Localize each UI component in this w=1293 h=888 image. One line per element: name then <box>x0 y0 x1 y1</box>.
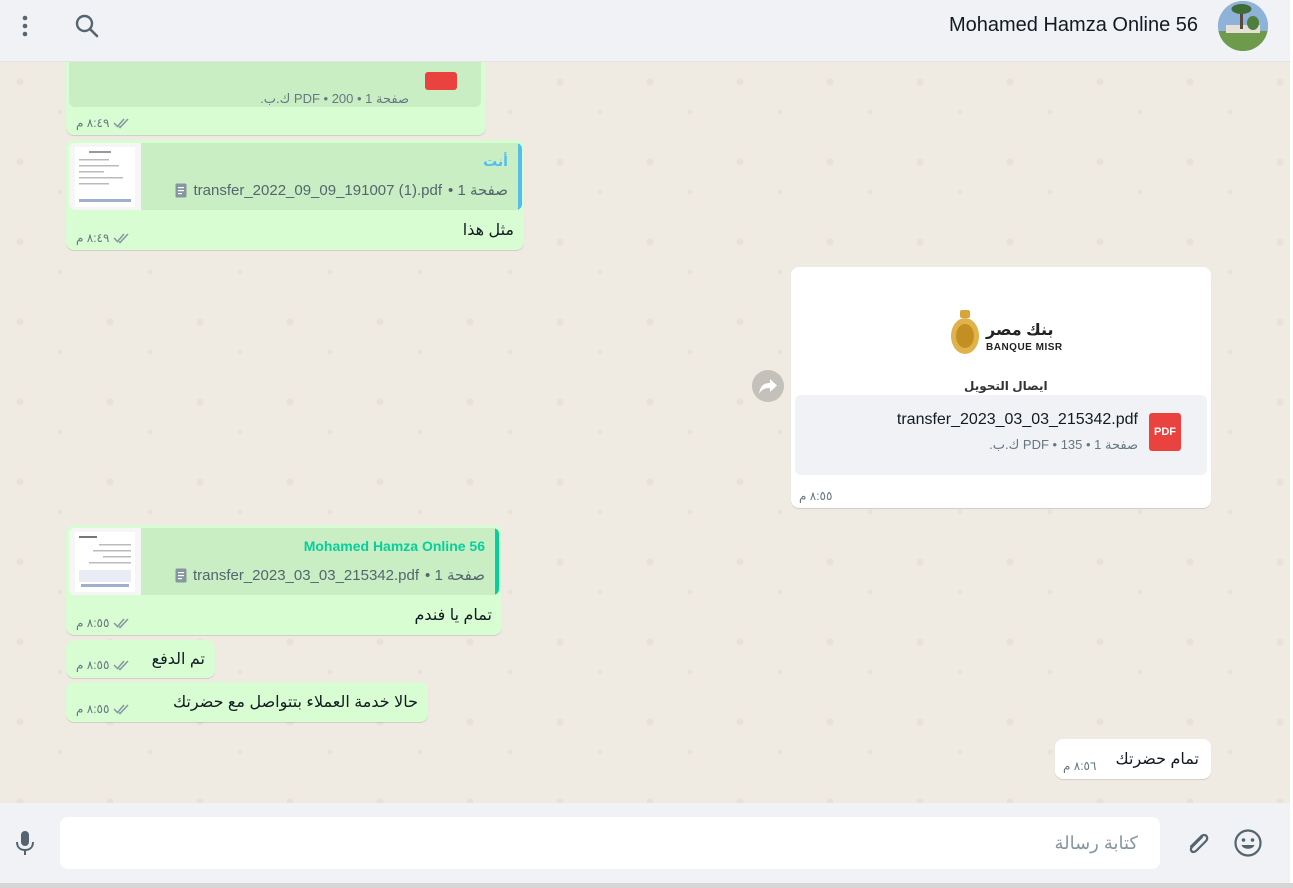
message-text: مثل هذا <box>462 222 514 239</box>
contact-avatar[interactable] <box>1218 1 1268 51</box>
quoted-pdf-thumbnail <box>69 528 141 595</box>
quoted-pages: صفحة 1 • <box>425 567 485 584</box>
message-input[interactable] <box>60 817 1160 869</box>
message-time: ٨:٥٥ م <box>76 616 110 630</box>
chat-area[interactable]: صفحة 1 • PDF • 200 ك.ب. ٨:٤٩ م أنت صفحة … <box>0 62 1290 803</box>
window-bottom-edge <box>0 883 1293 888</box>
message-meta: ٨:٥٥ م <box>799 489 832 503</box>
message-time: ٨:٤٩ م <box>76 231 110 245</box>
message-meta: ٨:٥٥ م <box>76 616 131 630</box>
pdf-pages: صفحة 1 <box>365 91 409 106</box>
menu-icon[interactable] <box>12 13 38 39</box>
message-outgoing-pdf[interactable]: صفحة 1 • PDF • 200 ك.ب. ٨:٤٩ م <box>66 62 486 135</box>
pdf-filename: transfer_2023_03_03_215342.pdf <box>896 411 1138 428</box>
double-check-icon <box>113 618 129 629</box>
message-text: تم الدفع <box>151 651 205 668</box>
quoted-filename: transfer_2022_09_09_191007 (1).pdf <box>193 181 443 199</box>
message-outgoing-reply[interactable]: Mohamed Hamza Online 56 صفحة 1 • transfe… <box>66 525 502 635</box>
message-meta: ٨:٤٩ م <box>76 231 131 245</box>
message-time: ٨:٤٩ م <box>76 116 110 130</box>
pdf-file-icon <box>425 72 457 90</box>
message-input-box[interactable] <box>60 817 1160 869</box>
search-icon[interactable] <box>74 13 100 39</box>
pdf-pages: صفحة 1 <box>1094 437 1138 452</box>
double-check-icon <box>113 660 129 671</box>
double-check-icon <box>113 118 129 129</box>
message-meta: ٨:٥٦ م <box>1063 759 1096 773</box>
quoted-file-line: صفحة 1 • transfer_2023_03_03_215342.pdf <box>175 566 485 584</box>
pdf-attachment[interactable]: صفحة 1 • PDF • 200 ك.ب. <box>69 62 481 107</box>
double-check-icon <box>113 704 129 715</box>
pdf-file-icon: PDF <box>1149 413 1181 451</box>
microphone-icon[interactable] <box>10 828 40 858</box>
message-time: ٨:٥٦ م <box>1063 759 1097 773</box>
pdf-meta: PDF • 200 ك.ب. <box>260 91 354 106</box>
emoji-icon[interactable] <box>1233 828 1263 858</box>
forward-button[interactable] <box>752 370 784 402</box>
pdf-meta: PDF • 135 ك.ب. <box>989 437 1083 452</box>
forward-icon <box>759 379 777 394</box>
message-outgoing-text[interactable]: حالا خدمة العملاء بتتواصل مع حضرتك ٨:٥٥ … <box>66 682 428 722</box>
message-time: ٨:٥٥ م <box>799 489 833 503</box>
attach-icon[interactable] <box>1182 829 1212 859</box>
message-incoming-text[interactable]: تمام حضرتك ٨:٥٦ م <box>1055 739 1211 779</box>
quoted-filename: transfer_2023_03_03_215342.pdf <box>192 566 420 584</box>
quoted-file-line: صفحة 1 • transfer_2022_09_09_191007 (1).… <box>175 181 508 199</box>
quoted-message[interactable]: أنت صفحة 1 • transfer_2022_09_09_191007 … <box>69 143 522 210</box>
quoted-pdf-thumbnail <box>69 143 141 210</box>
message-meta: ٨:٤٩ م <box>76 116 131 130</box>
quoted-message[interactable]: Mohamed Hamza Online 56 صفحة 1 • transfe… <box>69 528 499 595</box>
pdf-attachment[interactable]: PDF transfer_2023_03_03_215342.pdf صفحة … <box>795 395 1207 475</box>
bank-name-english: BANQUE MISR <box>986 342 1063 353</box>
chat-header: Mohamed Hamza Online 56 <box>0 0 1290 62</box>
document-title: ايصال التحويل <box>964 379 1048 393</box>
document-icon <box>175 568 187 582</box>
message-time: ٨:٥٥ م <box>76 702 110 716</box>
message-outgoing-reply[interactable]: أنت صفحة 1 • transfer_2022_09_09_191007 … <box>66 140 524 250</box>
message-meta: ٨:٥٥ م <box>76 702 131 716</box>
double-check-icon <box>113 233 129 244</box>
message-composer <box>0 803 1290 883</box>
message-text: تمام يا فندم <box>414 607 492 624</box>
message-time: ٨:٥٥ م <box>76 658 110 672</box>
bank-name-arabic: بنك مصر <box>986 322 1054 339</box>
document-icon <box>175 183 187 197</box>
bank-logo-icon <box>951 310 979 354</box>
message-text: حالا خدمة العملاء بتتواصل مع حضرتك <box>172 694 418 711</box>
quoted-author: Mohamed Hamza Online 56 <box>303 538 485 554</box>
quoted-author: أنت <box>483 153 508 169</box>
message-outgoing-text[interactable]: تم الدفع ٨:٥٥ م <box>66 640 215 678</box>
message-incoming-pdf[interactable]: بنك مصر BANQUE MISR ايصال التحويل PDF tr… <box>791 267 1211 508</box>
message-meta: ٨:٥٥ م <box>76 658 131 672</box>
pdf-preview[interactable]: بنك مصر BANQUE MISR ايصال التحويل <box>794 270 1208 396</box>
quoted-pages: صفحة 1 • <box>448 182 508 199</box>
message-text: تمام حضرتك <box>1115 751 1199 768</box>
contact-name[interactable]: Mohamed Hamza Online 56 <box>949 14 1198 37</box>
